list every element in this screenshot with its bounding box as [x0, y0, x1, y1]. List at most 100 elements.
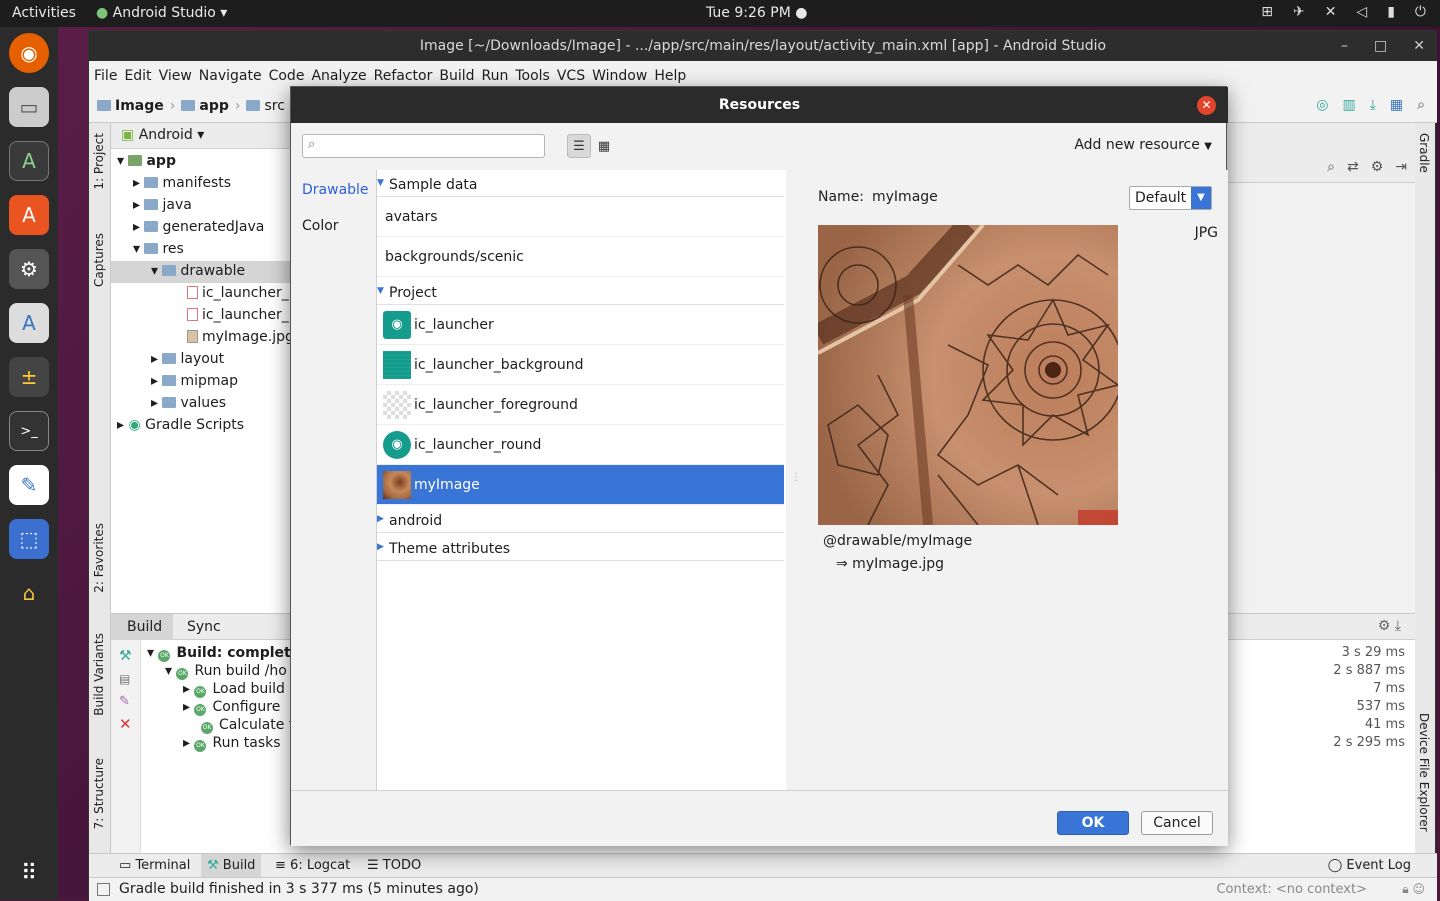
menu-code[interactable]: Code: [268, 61, 311, 89]
build-row[interactable]: OK Calculate t: [201, 717, 294, 734]
menu-file[interactable]: File: [93, 61, 123, 89]
search-everywhere-icon[interactable]: ⌕: [1417, 97, 1425, 113]
build-row[interactable]: ▾ OK Build: complete: [147, 645, 300, 662]
build-settings-icon[interactable]: ⚙ ⤓: [1378, 618, 1401, 634]
search-input[interactable]: ⌕: [302, 134, 545, 158]
menu-refactor[interactable]: Refactor: [373, 61, 439, 89]
tab-gradle[interactable]: Gradle: [1417, 133, 1431, 173]
menu-run[interactable]: Run: [481, 61, 515, 89]
activities-button[interactable]: Activities: [12, 5, 76, 21]
text-editor-icon[interactable]: ✎: [9, 465, 49, 505]
context-indicator[interactable]: Context: <no context>: [1216, 882, 1367, 897]
menu-edit[interactable]: Edit: [123, 61, 157, 89]
screenshot-icon[interactable]: ⬚: [9, 519, 49, 559]
section-sample-data[interactable]: ▼ Sample data: [377, 173, 784, 197]
build-row[interactable]: ▸ OK Load build: [183, 681, 285, 698]
tree-item-manifests[interactable]: ▸ manifests: [133, 175, 231, 191]
resource-item-ic-launcher-round[interactable]: ◉ ic_launcher_round: [377, 425, 784, 465]
lock-icon[interactable]: 🔒︎ ☺: [1402, 882, 1425, 897]
close-icon[interactable]: ✕: [1197, 96, 1216, 115]
section-project[interactable]: ▼ Project: [377, 281, 784, 305]
project-view-selector[interactable]: ▣ Android ▾: [111, 123, 311, 149]
status-toggle-icon[interactable]: [97, 883, 110, 896]
tab-build-bottom[interactable]: ⚒ Build: [201, 854, 262, 878]
breadcrumb-src[interactable]: src: [246, 98, 285, 114]
menu-tools[interactable]: Tools: [514, 61, 556, 89]
terminal-icon[interactable]: >_: [9, 411, 49, 451]
avd-manager-icon[interactable]: ▥: [1342, 97, 1355, 113]
tab-build-variants[interactable]: Build Variants: [92, 633, 106, 716]
menu-vcs[interactable]: VCS: [556, 61, 591, 89]
build-row[interactable]: ▸ OK Configure: [183, 699, 280, 716]
grid-view-icon[interactable]: ▦: [592, 134, 616, 158]
tab-build-output[interactable]: Build: [111, 614, 173, 640]
add-new-resource-dropdown[interactable]: Add new resource ▼: [1074, 137, 1212, 153]
splitter-handle[interactable]: ⋮: [786, 170, 802, 790]
resource-item-ic-launcher-background[interactable]: ic_launcher_background: [377, 345, 784, 385]
sdk-manager-icon[interactable]: ⤓: [1370, 97, 1376, 113]
menu-view[interactable]: View: [158, 61, 198, 89]
tab-project[interactable]: 1: Project: [92, 133, 106, 190]
android-studio-dock-icon[interactable]: A: [9, 141, 49, 181]
section-theme-attributes[interactable]: ▶ Theme attributes: [377, 537, 784, 561]
tab-captures[interactable]: Captures: [92, 233, 106, 287]
search-icon[interactable]: ⌕: [1327, 159, 1335, 175]
tab-event-log[interactable]: ◯ Event Log: [1328, 858, 1411, 873]
calculator-icon[interactable]: ±: [9, 357, 49, 397]
tab-sync[interactable]: Sync: [187, 619, 221, 635]
tree-item-java[interactable]: ▸ java: [133, 197, 192, 213]
menu-analyze[interactable]: Analyze: [310, 61, 372, 89]
pin-icon[interactable]: ✎: [111, 686, 140, 709]
tab-terminal[interactable]: ▭ Terminal: [119, 858, 190, 873]
build-row[interactable]: ▾ OK Run build /ho: [165, 663, 287, 680]
ok-button[interactable]: OK: [1057, 811, 1129, 835]
settings-icon[interactable]: ⚙: [9, 249, 49, 289]
menu-help[interactable]: Help: [653, 61, 692, 89]
category-drawable[interactable]: Drawable: [302, 182, 369, 198]
menu-window[interactable]: Window: [591, 61, 653, 89]
density-dropdown[interactable]: Default ▼: [1129, 186, 1212, 210]
cleaner-icon[interactable]: ⌂: [9, 573, 49, 613]
stop-icon[interactable]: ✕: [111, 709, 140, 733]
status-message[interactable]: Gradle build finished in 3 s 377 ms (5 m…: [119, 881, 479, 897]
menu-build[interactable]: Build: [438, 61, 480, 89]
breadcrumb-image[interactable]: Image: [97, 98, 164, 114]
hide-icon[interactable]: ⇥: [1395, 159, 1407, 175]
category-color[interactable]: Color: [302, 218, 339, 234]
resource-item-ic-launcher[interactable]: ◉ ic_launcher: [377, 305, 784, 345]
hammer-icon[interactable]: ⚒: [111, 640, 140, 664]
tab-todo[interactable]: ☰ TODO: [367, 858, 421, 873]
close-window-icon[interactable]: ✕: [1413, 31, 1425, 61]
tab-favorites[interactable]: 2: Favorites: [92, 523, 106, 593]
tab-device-file-explorer[interactable]: Device File Explorer: [1417, 713, 1431, 832]
resource-item-myimage[interactable]: myImage: [377, 465, 784, 505]
updater-icon[interactable]: A: [9, 303, 49, 343]
minimize-icon[interactable]: –: [1341, 31, 1348, 61]
resource-item-backgrounds[interactable]: backgrounds/scenic: [377, 237, 784, 277]
cancel-button[interactable]: Cancel: [1141, 811, 1213, 835]
tab-structure[interactable]: 7: Structure: [92, 758, 106, 829]
clock[interactable]: Tue 9:26 PM ●: [706, 5, 807, 21]
tree-item-generatedjava[interactable]: ▸ generatedJava: [133, 219, 264, 235]
sync-icon[interactable]: ◎: [1316, 97, 1328, 113]
tree-item-gradle-scripts[interactable]: ▸ ◉ Gradle Scripts: [117, 417, 244, 433]
resource-item-avatars[interactable]: avatars: [377, 197, 784, 237]
system-tray[interactable]: ⊞ ✈ ✕ ◁ ▮ ⏻: [1261, 4, 1426, 20]
project-structure-icon[interactable]: ▦: [1390, 97, 1403, 113]
tree-item-ic-launcher-2[interactable]: ic_launcher_: [187, 307, 289, 323]
firefox-icon[interactable]: ◉: [9, 33, 49, 73]
resource-item-ic-launcher-foreground[interactable]: ic_launcher_foreground: [377, 385, 784, 425]
tree-item-layout[interactable]: ▸ layout: [151, 351, 224, 367]
tree-item-mipmap[interactable]: ▸ mipmap: [151, 373, 238, 389]
settings-gear-icon[interactable]: ⚙: [1371, 159, 1384, 175]
breadcrumb-app[interactable]: app: [181, 98, 229, 114]
software-icon[interactable]: A: [9, 195, 49, 235]
tree-item-drawable[interactable]: ▾ drawable: [111, 261, 311, 283]
tree-item-res[interactable]: ▾ res: [133, 241, 184, 257]
build-row[interactable]: ▸ OK Run tasks: [183, 735, 281, 752]
app-menu[interactable]: ● Android Studio ▾: [96, 5, 227, 21]
tab-logcat[interactable]: ≡ 6: Logcat: [275, 858, 350, 873]
tree-item-myimage[interactable]: myImage.jpg: [187, 329, 294, 345]
swap-icon[interactable]: ⇄: [1347, 159, 1359, 175]
toggle-view-icon[interactable]: ▤: [111, 664, 140, 686]
